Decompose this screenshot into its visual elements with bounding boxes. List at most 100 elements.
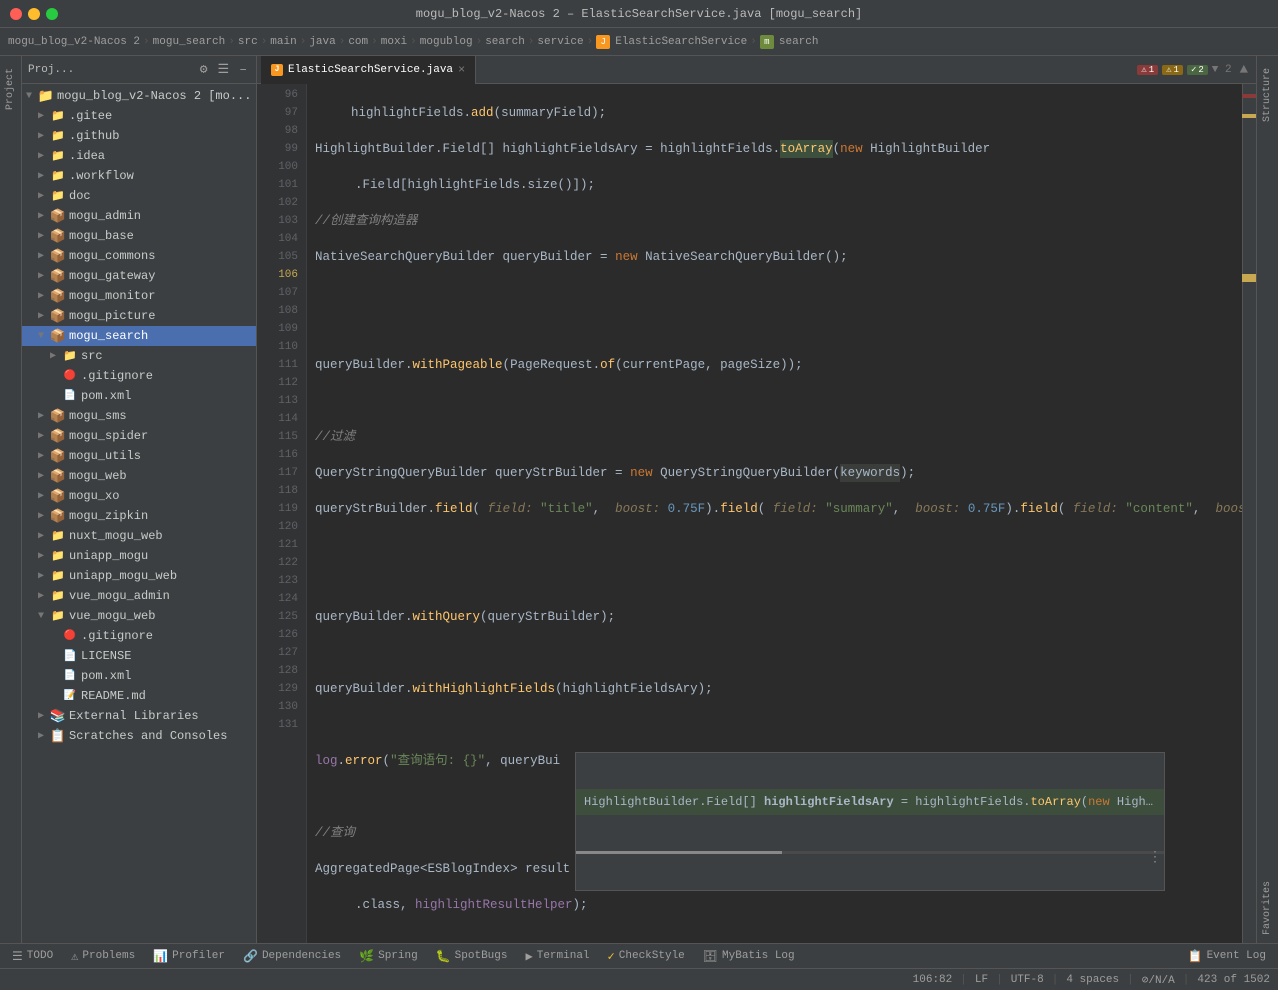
status-lines: 423 of 1502 <box>1197 974 1270 986</box>
todo-label: TODO <box>27 950 53 962</box>
tree-item-mogu-utils[interactable]: ▶ 📦 mogu_utils <box>22 446 256 466</box>
status-encoding[interactable]: UTF-8 <box>1011 974 1044 986</box>
tree-item-pom1[interactable]: ▶ 📄 pom.xml <box>22 386 256 406</box>
scroll-thumb <box>576 851 782 854</box>
code-line-109 <box>315 572 1242 590</box>
close-button[interactable] <box>10 8 22 20</box>
eventlog-icon: 📋 <box>1188 949 1203 964</box>
info-badge[interactable]: ✓2 <box>1187 65 1208 75</box>
traffic-lights <box>10 8 58 20</box>
tree-item-vue-admin[interactable]: ▶ 📁 vue_mogu_admin <box>22 586 256 606</box>
sidebar: Proj... ⚙ ☰ – ▼ 📁 mogu_blog_v2-Nacos 2 [… <box>22 56 257 943</box>
profiler-tab[interactable]: 📊 Profiler <box>145 945 233 967</box>
tree-item-mogu-web[interactable]: ▶ 📦 mogu_web <box>22 466 256 486</box>
sidebar-tree: ▼ 📁 mogu_blog_v2-Nacos 2 [mo... ▶ 📁 .git… <box>22 84 256 943</box>
code-line-101 <box>315 284 1242 302</box>
tree-item-uniapp1[interactable]: ▶ 📁 uniapp_mogu <box>22 546 256 566</box>
tree-item-mogu-commons[interactable]: ▶ 📦 mogu_commons <box>22 246 256 266</box>
spring-label: Spring <box>378 950 418 962</box>
maximize-button[interactable] <box>46 8 58 20</box>
terminal-tab[interactable]: ▶ Terminal <box>517 945 597 967</box>
status-indent[interactable]: 4 spaces <box>1066 974 1119 986</box>
tree-item-scratches[interactable]: ▶ 📋 Scratches and Consoles <box>22 726 256 746</box>
bc-class[interactable]: ElasticSearchService <box>615 36 747 48</box>
spotbugs-tab[interactable]: 🐛 SpotBugs <box>428 945 516 967</box>
tree-item-mogu-picture[interactable]: ▶ 📦 mogu_picture <box>22 306 256 326</box>
bc-main[interactable]: main <box>270 36 296 48</box>
tree-item-root[interactable]: ▼ 📁 mogu_blog_v2-Nacos 2 [mo... <box>22 86 256 106</box>
tree-item-license[interactable]: ▶ 📄 LICENSE <box>22 646 256 666</box>
tree-item-doc[interactable]: ▶ 📁 doc <box>22 186 256 206</box>
autocomplete-more-icon[interactable]: ⋮ <box>1148 849 1162 867</box>
gutter-arrow-up[interactable]: ▲ <box>1240 62 1248 78</box>
structure-tab[interactable]: Structure <box>1259 60 1276 130</box>
bc-service[interactable]: service <box>537 36 583 48</box>
sidebar-layout-icon[interactable]: ☰ <box>215 60 233 79</box>
gutter-warn-marker[interactable] <box>1242 114 1256 118</box>
problems-label: Problems <box>82 950 135 962</box>
code-line-98: .Field[highlightFields.size()]); <box>315 176 1242 194</box>
tree-item-github[interactable]: ▶ 📁 .github <box>22 126 256 146</box>
code-content[interactable]: highlightFields.add(summaryField); Highl… <box>307 84 1242 943</box>
tree-item-vue-web[interactable]: ▼ 📁 vue_mogu_web <box>22 606 256 626</box>
spring-tab[interactable]: 🌿 Spring <box>351 945 426 967</box>
eventlog-label: Event Log <box>1207 950 1266 962</box>
project-tab[interactable]: Project <box>2 60 19 118</box>
code-editor[interactable]: 96 97 98 99 100 101 102 103 104 105 106 … <box>257 84 1256 943</box>
status-lf[interactable]: LF <box>975 974 988 986</box>
tree-item-uniapp2[interactable]: ▶ 📁 uniapp_mogu_web <box>22 566 256 586</box>
tree-item-workflow[interactable]: ▶ 📁 .workflow <box>22 166 256 186</box>
tree-item-gitignore2[interactable]: ▶ 🔴 .gitignore <box>22 626 256 646</box>
bc-search[interactable]: search <box>485 36 525 48</box>
tree-item-mogu-monitor[interactable]: ▶ 📦 mogu_monitor <box>22 286 256 306</box>
gutter-error-marker[interactable] <box>1242 94 1256 98</box>
status-position[interactable]: 106:82 <box>913 974 953 986</box>
tree-item-gitee[interactable]: ▶ 📁 .gitee <box>22 106 256 126</box>
tree-item-mogu-search[interactable]: ▼ 📦 mogu_search <box>22 326 256 346</box>
tree-item-readme[interactable]: ▶ 📝 README.md <box>22 686 256 706</box>
tree-item-mogu-base[interactable]: ▶ 📦 mogu_base <box>22 226 256 246</box>
tree-item-pom2[interactable]: ▶ 📄 pom.xml <box>22 666 256 686</box>
warn-badge[interactable]: ⚠1 <box>1162 65 1183 75</box>
bc-src[interactable]: src <box>238 36 258 48</box>
gutter-current-marker[interactable] <box>1242 274 1256 282</box>
tree-item-mogu-zipkin[interactable]: ▶ 📦 mogu_zipkin <box>22 506 256 526</box>
bottom-tabs: ☰ TODO ⚠ Problems 📊 Profiler 🔗 Dependenc… <box>0 943 1278 968</box>
bc-module[interactable]: mogu_search <box>153 36 226 48</box>
code-line-119 <box>315 932 1242 943</box>
bc-mogublog[interactable]: mogublog <box>420 36 473 48</box>
mybatis-icon: 🗄 <box>703 949 718 964</box>
tab-close-icon[interactable]: × <box>458 63 465 77</box>
bc-moxi[interactable]: moxi <box>381 36 407 48</box>
tree-item-mogu-admin[interactable]: ▶ 📦 mogu_admin <box>22 206 256 226</box>
tree-item-src[interactable]: ▶ 📁 src <box>22 346 256 366</box>
checkstyle-icon: ✓ <box>608 949 615 964</box>
bc-com[interactable]: com <box>348 36 368 48</box>
bc-project[interactable]: mogu_blog_v2-Nacos 2 <box>8 36 140 48</box>
tree-item-mogu-sms[interactable]: ▶ 📦 mogu_sms <box>22 406 256 426</box>
editor-tab-elasticsearchservice[interactable]: J ElasticSearchService.java × <box>261 56 476 84</box>
tree-item-idea[interactable]: ▶ 📁 .idea <box>22 146 256 166</box>
checkstyle-tab[interactable]: ✓ CheckStyle <box>600 945 693 967</box>
dependencies-tab[interactable]: 🔗 Dependencies <box>235 945 349 967</box>
tree-item-mogu-gateway[interactable]: ▶ 📦 mogu_gateway <box>22 266 256 286</box>
eventlog-tab[interactable]: 📋 Event Log <box>1180 945 1274 967</box>
tree-item-nuxt[interactable]: ▶ 📁 nuxt_mogu_web <box>22 526 256 546</box>
autocomplete-popup: HighlightBuilder.Field[] highlightFields… <box>575 752 1165 891</box>
favorites-tab[interactable]: Favorites <box>1259 873 1276 943</box>
error-badge[interactable]: ⚠1 <box>1137 65 1158 75</box>
bc-java[interactable]: java <box>309 36 335 48</box>
bc-method[interactable]: search <box>779 36 819 48</box>
status-git[interactable]: ⊘/N/A <box>1142 973 1175 987</box>
tree-item-external-libs[interactable]: ▶ 📚 External Libraries <box>22 706 256 726</box>
minimize-button[interactable] <box>28 8 40 20</box>
todo-tab[interactable]: ☰ TODO <box>4 945 61 967</box>
sidebar-settings-icon[interactable]: ⚙ <box>197 60 211 79</box>
tree-item-gitignore1[interactable]: ▶ 🔴 .gitignore <box>22 366 256 386</box>
problems-tab[interactable]: ⚠ Problems <box>63 945 143 967</box>
expand-icon[interactable]: ▼ 2 <box>1212 64 1232 76</box>
tree-item-mogu-xo[interactable]: ▶ 📦 mogu_xo <box>22 486 256 506</box>
mybatis-tab[interactable]: 🗄 MyBatis Log <box>695 945 803 967</box>
tree-item-mogu-spider[interactable]: ▶ 📦 mogu_spider <box>22 426 256 446</box>
sidebar-collapse-icon[interactable]: – <box>236 60 250 79</box>
